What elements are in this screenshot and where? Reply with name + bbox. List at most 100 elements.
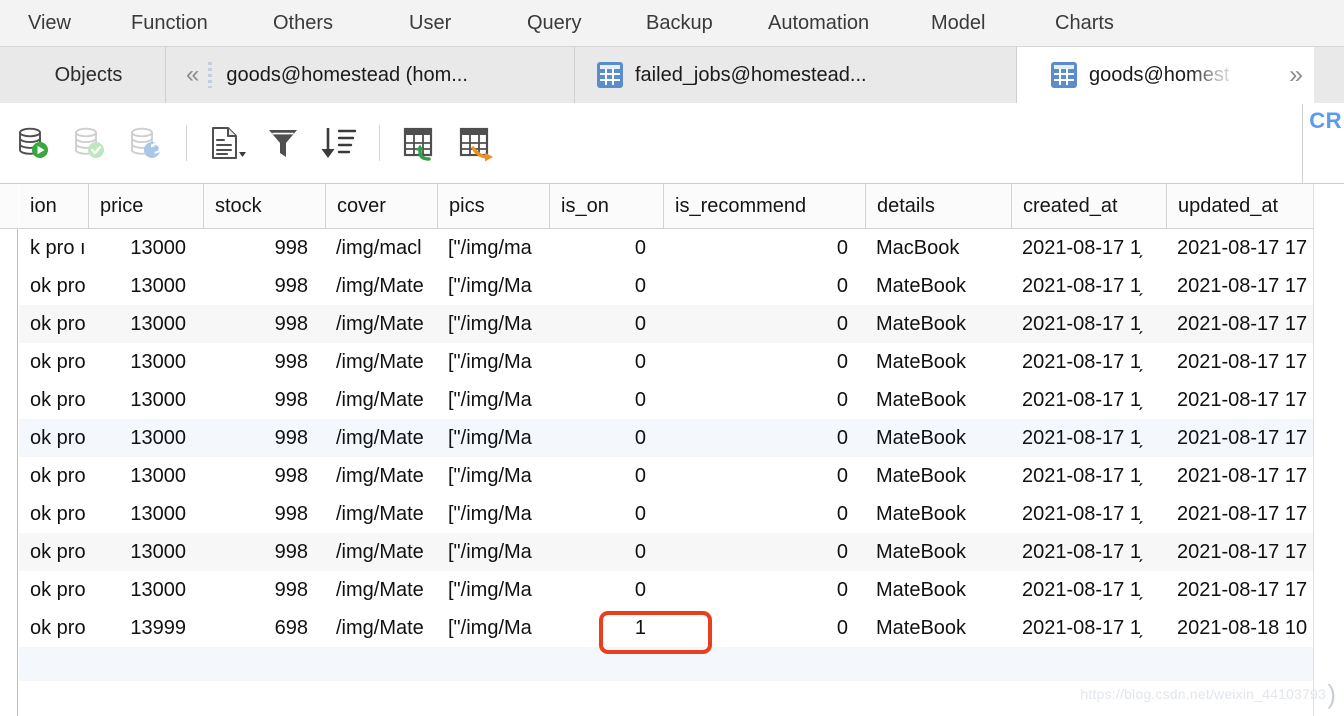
cell-price[interactable]: 13000 xyxy=(88,267,203,305)
cell-pics[interactable]: ["/img/Ma xyxy=(437,305,549,343)
cell-ion[interactable]: ok pro xyxy=(19,305,88,343)
cell-stock[interactable]: 998 xyxy=(203,457,325,495)
cell-created_at[interactable]: 2021-08-17 1̗ xyxy=(1011,457,1166,495)
cell-is_recommend[interactable]: 0 xyxy=(663,419,865,457)
cell-is_recommend[interactable]: 0 xyxy=(663,305,865,343)
table-row[interactable]: ok pro 13000 998/img/Mate ["/img/Ma 0 0 MateBo… xyxy=(19,381,1344,419)
tab-objects[interactable]: Objects xyxy=(0,47,166,103)
cell-created_at[interactable]: 2021-08-17 1̗ xyxy=(1011,419,1166,457)
cell-created_at[interactable]: 2021-08-17 1̗ xyxy=(1011,571,1166,609)
cell-ion[interactable]: ok pro xyxy=(19,609,88,647)
import-wizard-button[interactable] xyxy=(392,115,448,171)
cell-pics[interactable]: ["/img/Ma xyxy=(437,381,549,419)
table-row[interactable]: ok pro 13000 998/img/Mate ["/img/Ma 0 0 MateBo… xyxy=(19,457,1344,495)
column-header-is_recommend[interactable]: is_recommend xyxy=(663,184,865,228)
cell-stock[interactable]: 998 xyxy=(203,533,325,571)
cell-pics[interactable]: ["/img/Ma xyxy=(437,343,549,381)
menu-item-model[interactable]: Model xyxy=(931,0,985,46)
cell-price[interactable]: 13000 xyxy=(88,533,203,571)
export-wizard-button[interactable] xyxy=(448,115,504,171)
table-row[interactable]: ok pro 13000 998/img/Mate ["/img/Ma 0 0 MateBo… xyxy=(19,571,1344,609)
cell-pics[interactable]: ["/img/Ma xyxy=(437,457,549,495)
menu-item-backup[interactable]: Backup xyxy=(646,0,713,46)
cell-cover[interactable]: /img/Mate xyxy=(325,419,437,457)
cell-stock[interactable]: 998 xyxy=(203,229,325,267)
menu-item-user[interactable]: User xyxy=(409,0,451,46)
cell-is_recommend[interactable]: 0 xyxy=(663,457,865,495)
column-header-details[interactable]: details xyxy=(865,184,1011,228)
cell-pics[interactable]: ["/img/ma xyxy=(437,229,549,267)
cell-cover[interactable]: /img/Mate xyxy=(325,571,437,609)
cell-details[interactable]: MacBook xyxy=(865,229,1011,267)
table-row[interactable]: ok pro 13000 998/img/Mate ["/img/Ma 0 0 MateBo… xyxy=(19,343,1344,381)
filter-button[interactable] xyxy=(255,115,311,171)
cell-price[interactable]: 13000 xyxy=(88,419,203,457)
cell-stock[interactable]: 998 xyxy=(203,381,325,419)
table-row[interactable]: ok pro 13000 998/img/Mate ["/img/Ma 0 0 MateBo… xyxy=(19,533,1344,571)
table-row[interactable]: ok pro 13000 998/img/Mate ["/img/Ma 0 0 MateBo… xyxy=(19,419,1344,457)
cell-stock[interactable]: 998 xyxy=(203,305,325,343)
cell-price[interactable]: 13000 xyxy=(88,457,203,495)
chevron-double-left-icon[interactable]: « xyxy=(186,63,199,87)
cell-is_recommend[interactable]: 0 xyxy=(663,267,865,305)
cell-pics[interactable]: ["/img/Ma xyxy=(437,609,549,647)
cell-pics[interactable]: ["/img/Ma xyxy=(437,419,549,457)
cell-price[interactable]: 13000 xyxy=(88,343,203,381)
cell-stock[interactable]: 698 xyxy=(203,609,325,647)
cell-cover[interactable]: /img/Mate xyxy=(325,495,437,533)
cell-details[interactable]: MateBook xyxy=(865,419,1011,457)
cell-details[interactable]: MateBook xyxy=(865,457,1011,495)
cell-stock[interactable]: 998 xyxy=(203,267,325,305)
cell-price[interactable]: 13000 xyxy=(88,495,203,533)
cell-cover[interactable]: /img/Mate xyxy=(325,533,437,571)
cell-is_on[interactable]: 0 xyxy=(549,229,663,267)
cell-price[interactable]: 13999 xyxy=(88,609,203,647)
tab-goods-homestead-1[interactable]: « goods@homestead (hom... xyxy=(166,47,575,103)
menu-item-automation[interactable]: Automation xyxy=(768,0,869,46)
new-record-row[interactable] xyxy=(19,647,1344,681)
form-view-button[interactable] xyxy=(199,115,255,171)
cell-cover[interactable]: /img/Mate xyxy=(325,343,437,381)
cell-details[interactable]: MateBook xyxy=(865,609,1011,647)
cell-details[interactable]: MateBook xyxy=(865,571,1011,609)
menu-item-query[interactable]: Query xyxy=(527,0,581,46)
cell-pics[interactable]: ["/img/Ma xyxy=(437,533,549,571)
menu-item-view[interactable]: View xyxy=(28,0,71,46)
menu-item-others[interactable]: Others xyxy=(273,0,333,46)
cell-details[interactable]: MateBook xyxy=(865,305,1011,343)
cell-details[interactable]: MateBook xyxy=(865,533,1011,571)
data-grid[interactable]: ion price stock cover pics is_on is_recommend d… xyxy=(0,184,1344,716)
cell-pics[interactable]: ["/img/Ma xyxy=(437,267,549,305)
cell-created_at[interactable]: 2021-08-17 1̗ xyxy=(1011,381,1166,419)
cell-is_on[interactable]: 0 xyxy=(549,343,663,381)
cell-is_recommend[interactable]: 0 xyxy=(663,609,865,647)
cell-created_at[interactable]: 2021-08-17 1̗ xyxy=(1011,267,1166,305)
cell-created_at[interactable]: 2021-08-17 1̗ xyxy=(1011,229,1166,267)
cell-cover[interactable]: /img/Mate xyxy=(325,267,437,305)
cell-price[interactable]: 13000 xyxy=(88,571,203,609)
cell-cover[interactable]: /img/Mate xyxy=(325,609,437,647)
cell-ion[interactable]: ok pro xyxy=(19,381,88,419)
cell-is_on[interactable]: 0 xyxy=(549,267,663,305)
cell-ion[interactable]: ok pro xyxy=(19,457,88,495)
menu-item-charts[interactable]: Charts xyxy=(1055,0,1114,46)
cell-ion[interactable]: k pro ı xyxy=(19,229,88,267)
cell-is_recommend[interactable]: 0 xyxy=(663,343,865,381)
cell-is_recommend[interactable]: 0 xyxy=(663,571,865,609)
cell-ion[interactable]: ok pro xyxy=(19,267,88,305)
cell-stock[interactable]: 998 xyxy=(203,343,325,381)
cell-ion[interactable]: ok pro xyxy=(19,571,88,609)
sort-button[interactable] xyxy=(311,115,367,171)
cell-is_recommend[interactable]: 0 xyxy=(663,533,865,571)
cell-details[interactable]: MateBook xyxy=(865,495,1011,533)
cell-pics[interactable]: ["/img/Ma xyxy=(437,495,549,533)
column-header-is_on[interactable]: is_on xyxy=(549,184,663,228)
column-header-ion[interactable]: ion xyxy=(19,184,88,228)
cell-is_recommend[interactable]: 0 xyxy=(663,495,865,533)
cell-details[interactable]: MateBook xyxy=(865,343,1011,381)
cell-stock[interactable]: 998 xyxy=(203,419,325,457)
cell-stock[interactable]: 998 xyxy=(203,571,325,609)
cell-cover[interactable]: /img/macl xyxy=(325,229,437,267)
cell-is_on[interactable]: 0 xyxy=(549,571,663,609)
cell-is_on[interactable]: 0 xyxy=(549,495,663,533)
